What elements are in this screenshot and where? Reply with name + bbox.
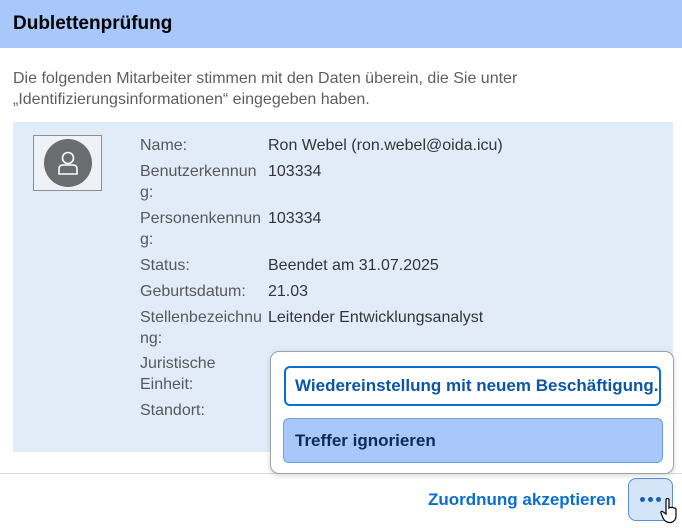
field-value: Ron Webel (ron.webel@oida.icu)	[268, 137, 503, 154]
field-label: Benutzerkennung:	[140, 163, 257, 201]
field-label: Juristische Einheit:	[140, 355, 216, 393]
field-label: Status:	[140, 257, 190, 274]
intro-text: Die folgenden Mitarbeiter stimmen mit de…	[13, 68, 613, 110]
field-value: Leitender Entwicklungsanalyst	[268, 309, 484, 326]
field-label: Standort:	[140, 402, 205, 419]
overflow-popover: Wiedereinstellung mit neuem Beschäftigun…	[270, 351, 674, 474]
hand-cursor-icon	[660, 498, 677, 524]
field-value: 103334	[268, 163, 322, 180]
field-value: 103334	[268, 210, 322, 227]
menu-item-rehire[interactable]: Wiedereinstellung mit neuem Beschäftigun…	[284, 366, 661, 406]
menu-item-ignore-match[interactable]: Treffer ignorieren	[283, 418, 663, 463]
field-label: Geburtsdatum:	[140, 283, 246, 300]
avatar	[33, 135, 102, 191]
dialog-title: Dublettenprüfung	[13, 13, 173, 34]
field-value: 21.03	[268, 283, 309, 300]
intro-line-1: Die folgenden Mitarbeiter stimmen mit de…	[13, 70, 518, 87]
person-icon	[43, 139, 92, 187]
field-label: Personenkennung:	[140, 210, 261, 248]
field-label: Name:	[140, 137, 188, 154]
field-label: Stellenbezeichnung:	[140, 309, 262, 347]
dialog-header: Dublettenprüfung	[0, 0, 682, 48]
accept-match-button[interactable]: Zuordnung akzeptieren	[420, 484, 624, 516]
more-dots-icon	[640, 497, 661, 502]
field-value: Beendet am 31.07.2025	[268, 257, 439, 274]
intro-line-2: „Identifizierungsinformationen“ eingegeb…	[13, 91, 370, 108]
